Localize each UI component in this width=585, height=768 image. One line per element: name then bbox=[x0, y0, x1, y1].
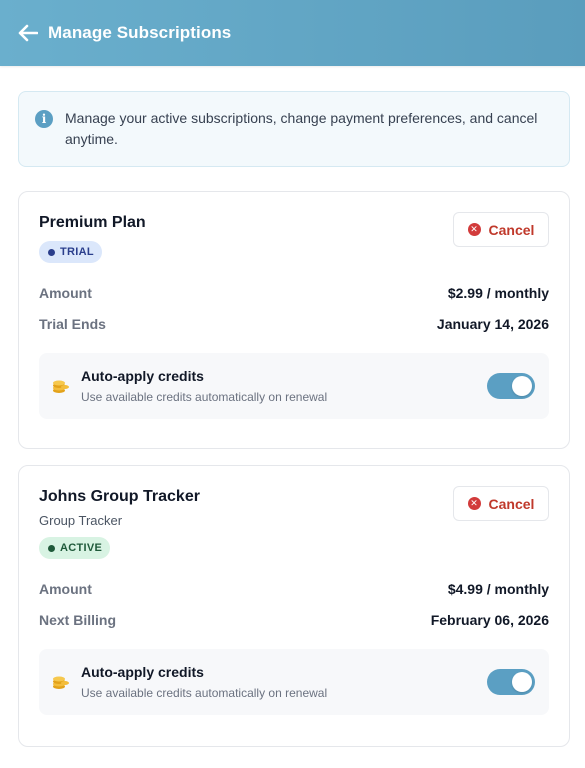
credits-title: Auto-apply credits bbox=[81, 368, 204, 384]
detail-value: February 06, 2026 bbox=[430, 611, 549, 628]
subscription-card: Premium Plan TRIAL ✕ Cancel Amount $2.99… bbox=[18, 191, 570, 449]
detail-row-amount: Amount $4.99 / monthly bbox=[39, 573, 549, 604]
main-content: i Manage your active subscriptions, chan… bbox=[0, 66, 585, 747]
coins-icon bbox=[53, 676, 69, 689]
detail-value: $2.99 / monthly bbox=[447, 284, 549, 301]
detail-row-amount: Amount $2.99 / monthly bbox=[39, 277, 549, 308]
page-title: Manage Subscriptions bbox=[48, 23, 232, 42]
credits-description: Use available credits automatically on r… bbox=[81, 686, 328, 700]
credits-description: Use available credits automatically on r… bbox=[81, 390, 328, 404]
auto-apply-credits-toggle[interactable] bbox=[487, 669, 535, 695]
auto-apply-credits-panel: Auto-apply credits Use available credits… bbox=[39, 353, 549, 419]
cancel-button[interactable]: ✕ Cancel bbox=[453, 212, 549, 247]
detail-label: Trial Ends bbox=[39, 315, 106, 332]
status-badge: ACTIVE bbox=[39, 537, 111, 559]
info-banner: i Manage your active subscriptions, chan… bbox=[18, 91, 570, 167]
app-header: Manage Subscriptions bbox=[0, 0, 585, 66]
detail-row-trial-ends: Trial Ends January 14, 2026 bbox=[39, 308, 549, 339]
status-badge-label: TRIAL bbox=[60, 246, 94, 258]
detail-value: $4.99 / monthly bbox=[447, 580, 549, 597]
toggle-knob bbox=[512, 376, 532, 396]
status-badge-label: ACTIVE bbox=[60, 542, 103, 554]
cancel-button-label: Cancel bbox=[488, 221, 535, 238]
detail-label: Amount bbox=[39, 580, 92, 597]
status-badge: TRIAL bbox=[39, 241, 102, 263]
info-text: Manage your active subscriptions, change… bbox=[65, 110, 538, 147]
info-icon: i bbox=[35, 110, 53, 128]
auto-apply-credits-panel: Auto-apply credits Use available credits… bbox=[39, 649, 549, 715]
detail-label: Next Billing bbox=[39, 611, 117, 628]
credits-title: Auto-apply credits bbox=[81, 664, 204, 680]
subscription-card: Johns Group Tracker Group Tracker ACTIVE… bbox=[18, 465, 570, 747]
detail-value: January 14, 2026 bbox=[436, 315, 549, 332]
cancel-button[interactable]: ✕ Cancel bbox=[453, 486, 549, 521]
detail-row-next-billing: Next Billing February 06, 2026 bbox=[39, 604, 549, 635]
status-dot bbox=[48, 248, 55, 256]
detail-label: Amount bbox=[39, 284, 92, 301]
close-circle-icon: ✕ bbox=[467, 223, 481, 236]
arrow-left-icon bbox=[18, 24, 38, 42]
auto-apply-credits-toggle[interactable] bbox=[487, 373, 535, 399]
status-dot bbox=[48, 544, 55, 552]
cancel-button-label: Cancel bbox=[488, 495, 535, 512]
coins-icon bbox=[53, 380, 69, 393]
toggle-knob bbox=[512, 672, 532, 692]
close-circle-icon: ✕ bbox=[467, 497, 481, 510]
back-button[interactable] bbox=[18, 23, 38, 43]
